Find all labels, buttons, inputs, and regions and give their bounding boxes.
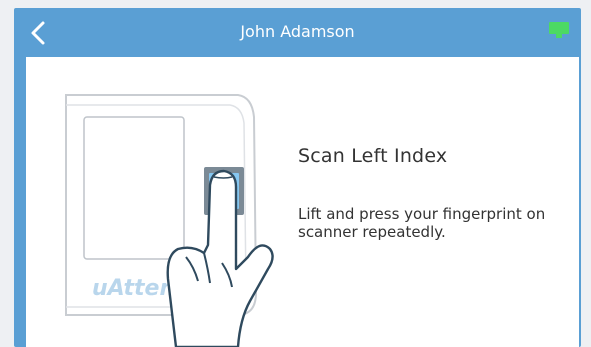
page-title: John Adamson	[240, 22, 355, 41]
device-brand: uAtten	[92, 276, 175, 301]
battery-icon	[549, 22, 569, 38]
content-panel: uAtten Scan Left Index Lift and press yo…	[26, 57, 579, 347]
scan-instruction: Lift and press your fingerprint on scann…	[298, 205, 546, 241]
device-screen	[83, 116, 185, 260]
fingerprint-scanner-illustration: uAtten	[65, 94, 274, 347]
top-bar: John Adamson	[14, 8, 581, 57]
scan-prompt-title: Scan Left Index	[298, 145, 448, 167]
app-frame: John Adamson uAtten Scan Left Index Lift…	[14, 8, 581, 347]
